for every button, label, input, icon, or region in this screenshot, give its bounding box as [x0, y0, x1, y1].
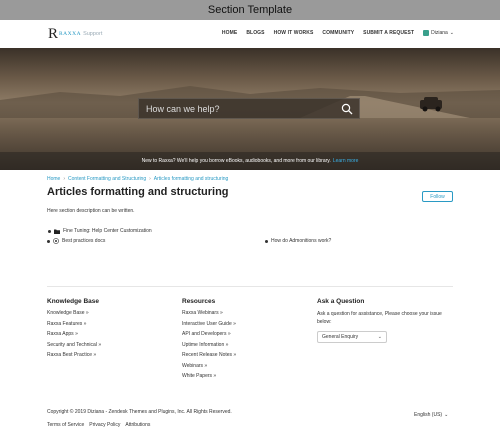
user-name: Diziana: [431, 30, 448, 36]
notice-text: New to Raxxa? We'll help you borrow eBoo…: [141, 158, 331, 164]
footer-bottom-links: Terms of Service Privacy Policy Attribut…: [47, 422, 150, 428]
logo-text: RAXXA: [59, 31, 82, 37]
user-menu[interactable]: Diziana ⌄: [423, 30, 454, 36]
list-item[interactable]: Best practices docs: [47, 238, 105, 244]
ask-text: Ask a question for assistance, Please ch…: [317, 311, 442, 325]
doc-icon: [53, 238, 59, 244]
footer-link[interactable]: Raxxa Apps »: [47, 331, 101, 342]
breadcrumb: Home › Content Formatting and Structurin…: [47, 176, 228, 182]
car-image: [420, 97, 442, 112]
logo-letter: R: [48, 25, 59, 42]
hero-banner: New to Raxxa? We'll help you borrow eBoo…: [0, 48, 500, 170]
breadcrumb-section[interactable]: Articles formatting and structuring: [154, 176, 228, 182]
footer-link[interactable]: Raxxa Features »: [47, 321, 101, 332]
footer-link[interactable]: Knowledge Base »: [47, 310, 101, 321]
list-item[interactable]: How do Admonitions work?: [265, 238, 331, 244]
window-title: Section Template: [207, 4, 293, 16]
footer-ask-question: Ask a Question Ask a question for assist…: [317, 298, 453, 343]
breadcrumb-category[interactable]: Content Formatting and Structuring: [68, 176, 146, 182]
language-value: English (US): [414, 412, 443, 418]
folder-link[interactable]: Fine Tuning: Help Center Customization: [63, 228, 152, 234]
nav-blogs[interactable]: BLOGS: [246, 30, 264, 36]
breadcrumb-home[interactable]: Home: [47, 176, 60, 182]
attributions-link[interactable]: Attributions: [125, 422, 150, 428]
footer-link[interactable]: Interactive User Guide »: [182, 321, 236, 332]
brand-logo[interactable]: R RAXXA Support: [48, 26, 118, 42]
search-input[interactable]: [146, 103, 336, 114]
follow-button[interactable]: Follow: [422, 191, 453, 202]
footer-link[interactable]: Raxxa Webinars »: [182, 310, 236, 321]
footer-heading: Resources: [182, 298, 216, 305]
footer-link[interactable]: Security and Technical »: [47, 342, 101, 353]
notice-link[interactable]: Learn more: [333, 158, 359, 164]
bullet-icon: [265, 239, 268, 243]
bullet-icon: [47, 239, 50, 243]
language-selector[interactable]: English (US) ⌄: [414, 412, 448, 418]
footer-heading: Ask a Question: [317, 298, 365, 305]
window-titlebar: Section Template: [0, 0, 500, 20]
search-icon[interactable]: [341, 103, 353, 115]
list-item[interactable]: Fine Tuning: Help Center Customization: [54, 228, 152, 234]
nav-submit-request[interactable]: SUBMIT A REQUEST: [363, 30, 414, 36]
chevron-right-icon: ›: [63, 176, 66, 182]
divider: [47, 286, 453, 287]
chevron-down-icon: ⌄: [449, 30, 454, 36]
footer-link[interactable]: Uptime Information »: [182, 342, 236, 353]
nav-community[interactable]: COMMUNITY: [322, 30, 354, 36]
notice-bar: New to Raxxa? We'll help you borrow eBoo…: [0, 152, 500, 170]
terms-link[interactable]: Terms of Service: [47, 422, 84, 428]
site-header: R RAXXA Support HOME BLOGS HOW IT WORKS …: [0, 20, 500, 48]
issue-select-value: General Enquiry: [322, 334, 359, 340]
bullet-icon: [48, 229, 51, 233]
section-description: Here section description can be written.: [47, 208, 135, 214]
footer-link[interactable]: Raxxa Best Practice »: [47, 352, 101, 363]
page-title: Articles formatting and structuring: [47, 186, 229, 198]
folder-icon: [54, 229, 60, 234]
footer-link[interactable]: White Papers »: [182, 373, 236, 384]
footer-link[interactable]: Recent Release Notes »: [182, 352, 236, 363]
logo-sub: Support: [83, 31, 103, 37]
avatar: [423, 30, 430, 36]
article-link[interactable]: How do Admonitions work?: [271, 238, 331, 244]
nav-home[interactable]: HOME: [222, 30, 237, 36]
footer-heading: Knowledge Base: [47, 298, 100, 305]
footer-resources: Resources Raxxa Webinars » Interactive U…: [182, 298, 236, 384]
doc-link[interactable]: Best practices docs: [62, 238, 105, 244]
footer-link[interactable]: API and Developers »: [182, 331, 236, 342]
footer-knowledge-base: Knowledge Base Knowledge Base » Raxxa Fe…: [47, 298, 101, 363]
chevron-right-icon: ›: [149, 176, 151, 182]
chevron-down-icon: ⌄: [377, 334, 382, 340]
copyright: Copyright © 2019 Diziana - Zendesk Theme…: [47, 409, 232, 415]
footer-link[interactable]: Webinars »: [182, 363, 236, 374]
nav-how-it-works[interactable]: HOW IT WORKS: [274, 30, 314, 36]
chevron-down-icon: ⌄: [444, 412, 449, 418]
privacy-link[interactable]: Privacy Policy: [89, 422, 120, 428]
search-box: [138, 98, 360, 119]
issue-select[interactable]: General Enquiry ⌄: [317, 331, 387, 343]
main-nav: HOME BLOGS HOW IT WORKS COMMUNITY SUBMIT…: [222, 30, 454, 36]
